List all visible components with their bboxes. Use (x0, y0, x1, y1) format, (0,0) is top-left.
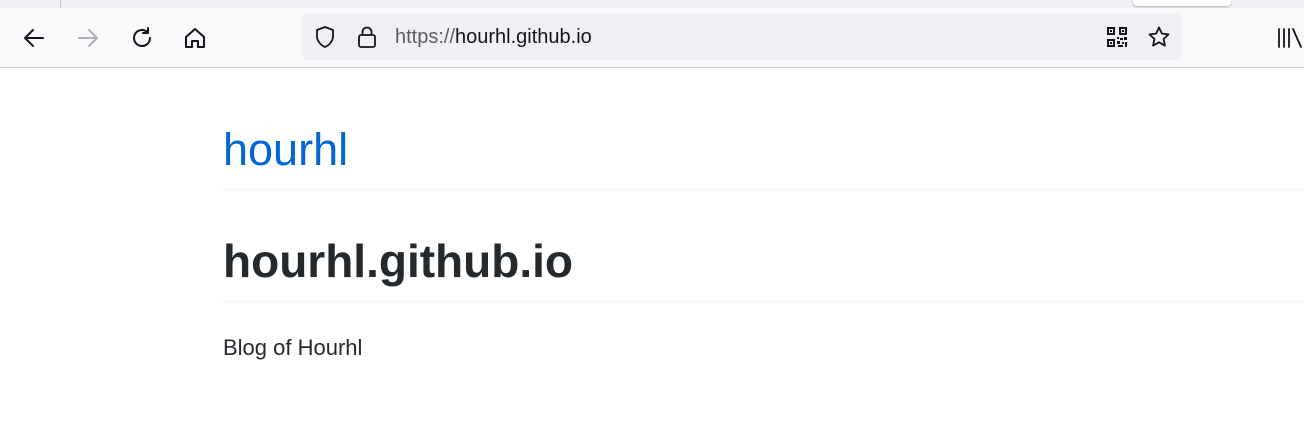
forward-button[interactable] (72, 22, 104, 54)
back-button[interactable] (18, 22, 50, 54)
star-icon[interactable] (1146, 24, 1172, 50)
url-text[interactable]: https://hourhl.github.io (395, 25, 592, 49)
reload-icon (129, 25, 155, 51)
home-button[interactable] (179, 22, 211, 54)
arrow-left-icon (21, 25, 47, 51)
header-divider (223, 189, 1304, 190)
reload-button[interactable] (126, 22, 158, 54)
site-title-link[interactable]: hourhl (223, 122, 348, 178)
page-description: Blog of Hourhl (223, 335, 363, 360)
arrow-right-icon (75, 25, 101, 51)
url-host: hourhl.github.io (455, 26, 592, 48)
lock-icon[interactable] (354, 24, 380, 50)
tracking-protection-shield-icon[interactable] (312, 24, 338, 50)
page-heading: hourhl.github.io (223, 235, 574, 287)
qr-code-icon[interactable] (1104, 24, 1130, 50)
home-icon (182, 25, 208, 51)
browser-toolbar: https://hourhl.github.io (0, 8, 1304, 68)
address-bar[interactable]: https://hourhl.github.io (302, 13, 1182, 60)
tab-strip (0, 0, 1304, 8)
tab-fragment[interactable] (1133, 0, 1231, 6)
heading-divider (223, 301, 1304, 302)
library-icon[interactable] (1276, 22, 1304, 54)
url-scheme: https:// (395, 26, 456, 48)
tab-separator (60, 0, 61, 8)
